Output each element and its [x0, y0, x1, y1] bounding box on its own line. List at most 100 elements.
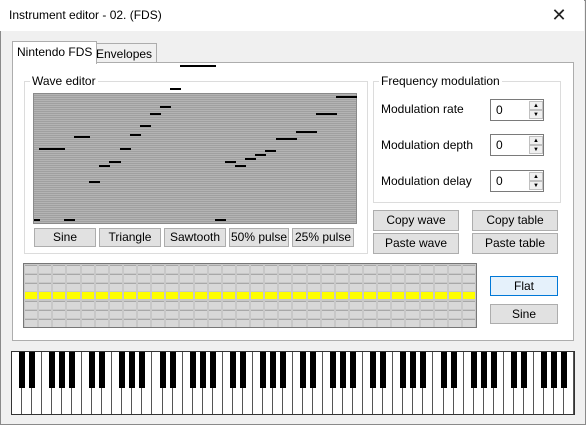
mod-table-cell[interactable]: [335, 265, 348, 273]
mod-table-cell[interactable]: [434, 265, 447, 273]
mod-table-cell[interactable]: [364, 283, 377, 291]
mod-table-cell[interactable]: [349, 292, 362, 299]
piano-black-key[interactable]: [510, 352, 517, 388]
mod-table-cell[interactable]: [123, 274, 136, 282]
mod-table-cell[interactable]: [208, 292, 221, 299]
mod-table-cell[interactable]: [39, 319, 52, 327]
wave-canvas[interactable]: [33, 65, 357, 224]
mod-table-cell[interactable]: [321, 292, 334, 299]
mod-table-cell[interactable]: [208, 274, 221, 282]
modulation-table[interactable]: [23, 263, 477, 328]
mod-table-cell[interactable]: [25, 292, 38, 299]
mod-table-cell[interactable]: [95, 292, 108, 299]
piano-black-key[interactable]: [420, 352, 427, 388]
mod-table-cell[interactable]: [208, 310, 221, 318]
mod-table-cell[interactable]: [462, 283, 475, 291]
mod-table-cell[interactable]: [349, 310, 362, 318]
mod-table-cell[interactable]: [335, 310, 348, 318]
mod-table-cell[interactable]: [448, 274, 461, 282]
mod-table-cell[interactable]: [378, 319, 391, 327]
mod-table-cell[interactable]: [251, 292, 264, 299]
mod-table-cell[interactable]: [420, 310, 433, 318]
mod-table-cell[interactable]: [25, 319, 38, 327]
mod-table-cell[interactable]: [180, 274, 193, 282]
mod-table-cell[interactable]: [307, 274, 320, 282]
mod-table-cell[interactable]: [53, 319, 66, 327]
mod-table-cell[interactable]: [279, 265, 292, 273]
mod-table-cell[interactable]: [307, 310, 320, 318]
mod-table-cell[interactable]: [222, 310, 235, 318]
piano-black-key[interactable]: [99, 352, 106, 388]
piano-black-key[interactable]: [330, 352, 337, 388]
mod-table-cell[interactable]: [152, 283, 165, 291]
mod-table-cell[interactable]: [194, 319, 207, 327]
mod-table-cell[interactable]: [81, 283, 94, 291]
wave-sample[interactable]: [250, 157, 257, 160]
mod-table-cell[interactable]: [180, 301, 193, 309]
mod-table-cell[interactable]: [378, 274, 391, 282]
spin-up-icon[interactable]: ▲: [529, 136, 543, 145]
mod-table-cell[interactable]: [138, 283, 151, 291]
mod-table-cell[interactable]: [406, 274, 419, 282]
piano-black-key[interactable]: [139, 352, 146, 388]
triangle-wave-button[interactable]: Triangle: [99, 228, 161, 247]
mod-table-cell[interactable]: [166, 283, 179, 291]
mod-table-cell[interactable]: [307, 283, 320, 291]
mod-table-cell[interactable]: [109, 319, 122, 327]
mod-table-cell[interactable]: [251, 265, 264, 273]
mod-table-cell[interactable]: [265, 265, 278, 273]
mod-table-cell[interactable]: [67, 292, 80, 299]
mod-table-cell[interactable]: [180, 310, 193, 318]
piano-keyboard[interactable]: [11, 351, 575, 415]
piano-black-key[interactable]: [199, 352, 206, 388]
mod-table-cell[interactable]: [392, 292, 405, 299]
spin-up-icon[interactable]: ▲: [529, 172, 543, 181]
wave-sample[interactable]: [84, 136, 91, 139]
piano-black-key[interactable]: [370, 352, 377, 388]
wave-sample[interactable]: [350, 96, 357, 99]
modulation-rate-spinner[interactable]: 0 ▲ ▼: [490, 99, 544, 121]
piano-black-key[interactable]: [119, 352, 126, 388]
mod-table-cell[interactable]: [138, 310, 151, 318]
piano-black-key[interactable]: [490, 352, 497, 388]
piano-black-key[interactable]: [229, 352, 236, 388]
mod-table-cell[interactable]: [448, 292, 461, 299]
mod-table-cell[interactable]: [406, 319, 419, 327]
mod-table-cell[interactable]: [222, 265, 235, 273]
mod-table-cell[interactable]: [236, 292, 249, 299]
wave-sample[interactable]: [330, 113, 337, 116]
mod-table-cell[interactable]: [109, 292, 122, 299]
mod-table-cell[interactable]: [236, 265, 249, 273]
mod-table-cell[interactable]: [349, 283, 362, 291]
mod-table-cell[interactable]: [109, 301, 122, 309]
tab-nintendo-fds[interactable]: Nintendo FDS: [12, 41, 98, 64]
mod-table-cell[interactable]: [378, 292, 391, 299]
mod-table-cell[interactable]: [279, 283, 292, 291]
mod-table-cell[interactable]: [434, 301, 447, 309]
mod-table-cell[interactable]: [349, 265, 362, 273]
piano-black-key[interactable]: [300, 352, 307, 388]
mod-table-cell[interactable]: [279, 274, 292, 282]
mod-table-cell[interactable]: [138, 292, 151, 299]
mod-table-cell[interactable]: [279, 319, 292, 327]
mod-table-cell[interactable]: [307, 301, 320, 309]
mod-table-cell[interactable]: [378, 265, 391, 273]
mod-table-cell[interactable]: [39, 274, 52, 282]
mod-table-cell[interactable]: [222, 274, 235, 282]
piano-black-key[interactable]: [550, 352, 557, 388]
mod-table-cell[interactable]: [208, 319, 221, 327]
mod-table-cell[interactable]: [392, 274, 405, 282]
mod-table-cell[interactable]: [293, 283, 306, 291]
piano-black-key[interactable]: [259, 352, 266, 388]
mod-table-cell[interactable]: [194, 283, 207, 291]
mod-table-cell[interactable]: [335, 292, 348, 299]
mod-table-cell[interactable]: [123, 292, 136, 299]
mod-table-cell[interactable]: [392, 301, 405, 309]
mod-table-cell[interactable]: [307, 292, 320, 299]
mod-table-cell[interactable]: [222, 301, 235, 309]
mod-table-cell[interactable]: [236, 283, 249, 291]
mod-table-cell[interactable]: [166, 310, 179, 318]
mod-table-cell[interactable]: [448, 265, 461, 273]
mod-table-cell[interactable]: [53, 310, 66, 318]
mod-table-cell[interactable]: [194, 274, 207, 282]
